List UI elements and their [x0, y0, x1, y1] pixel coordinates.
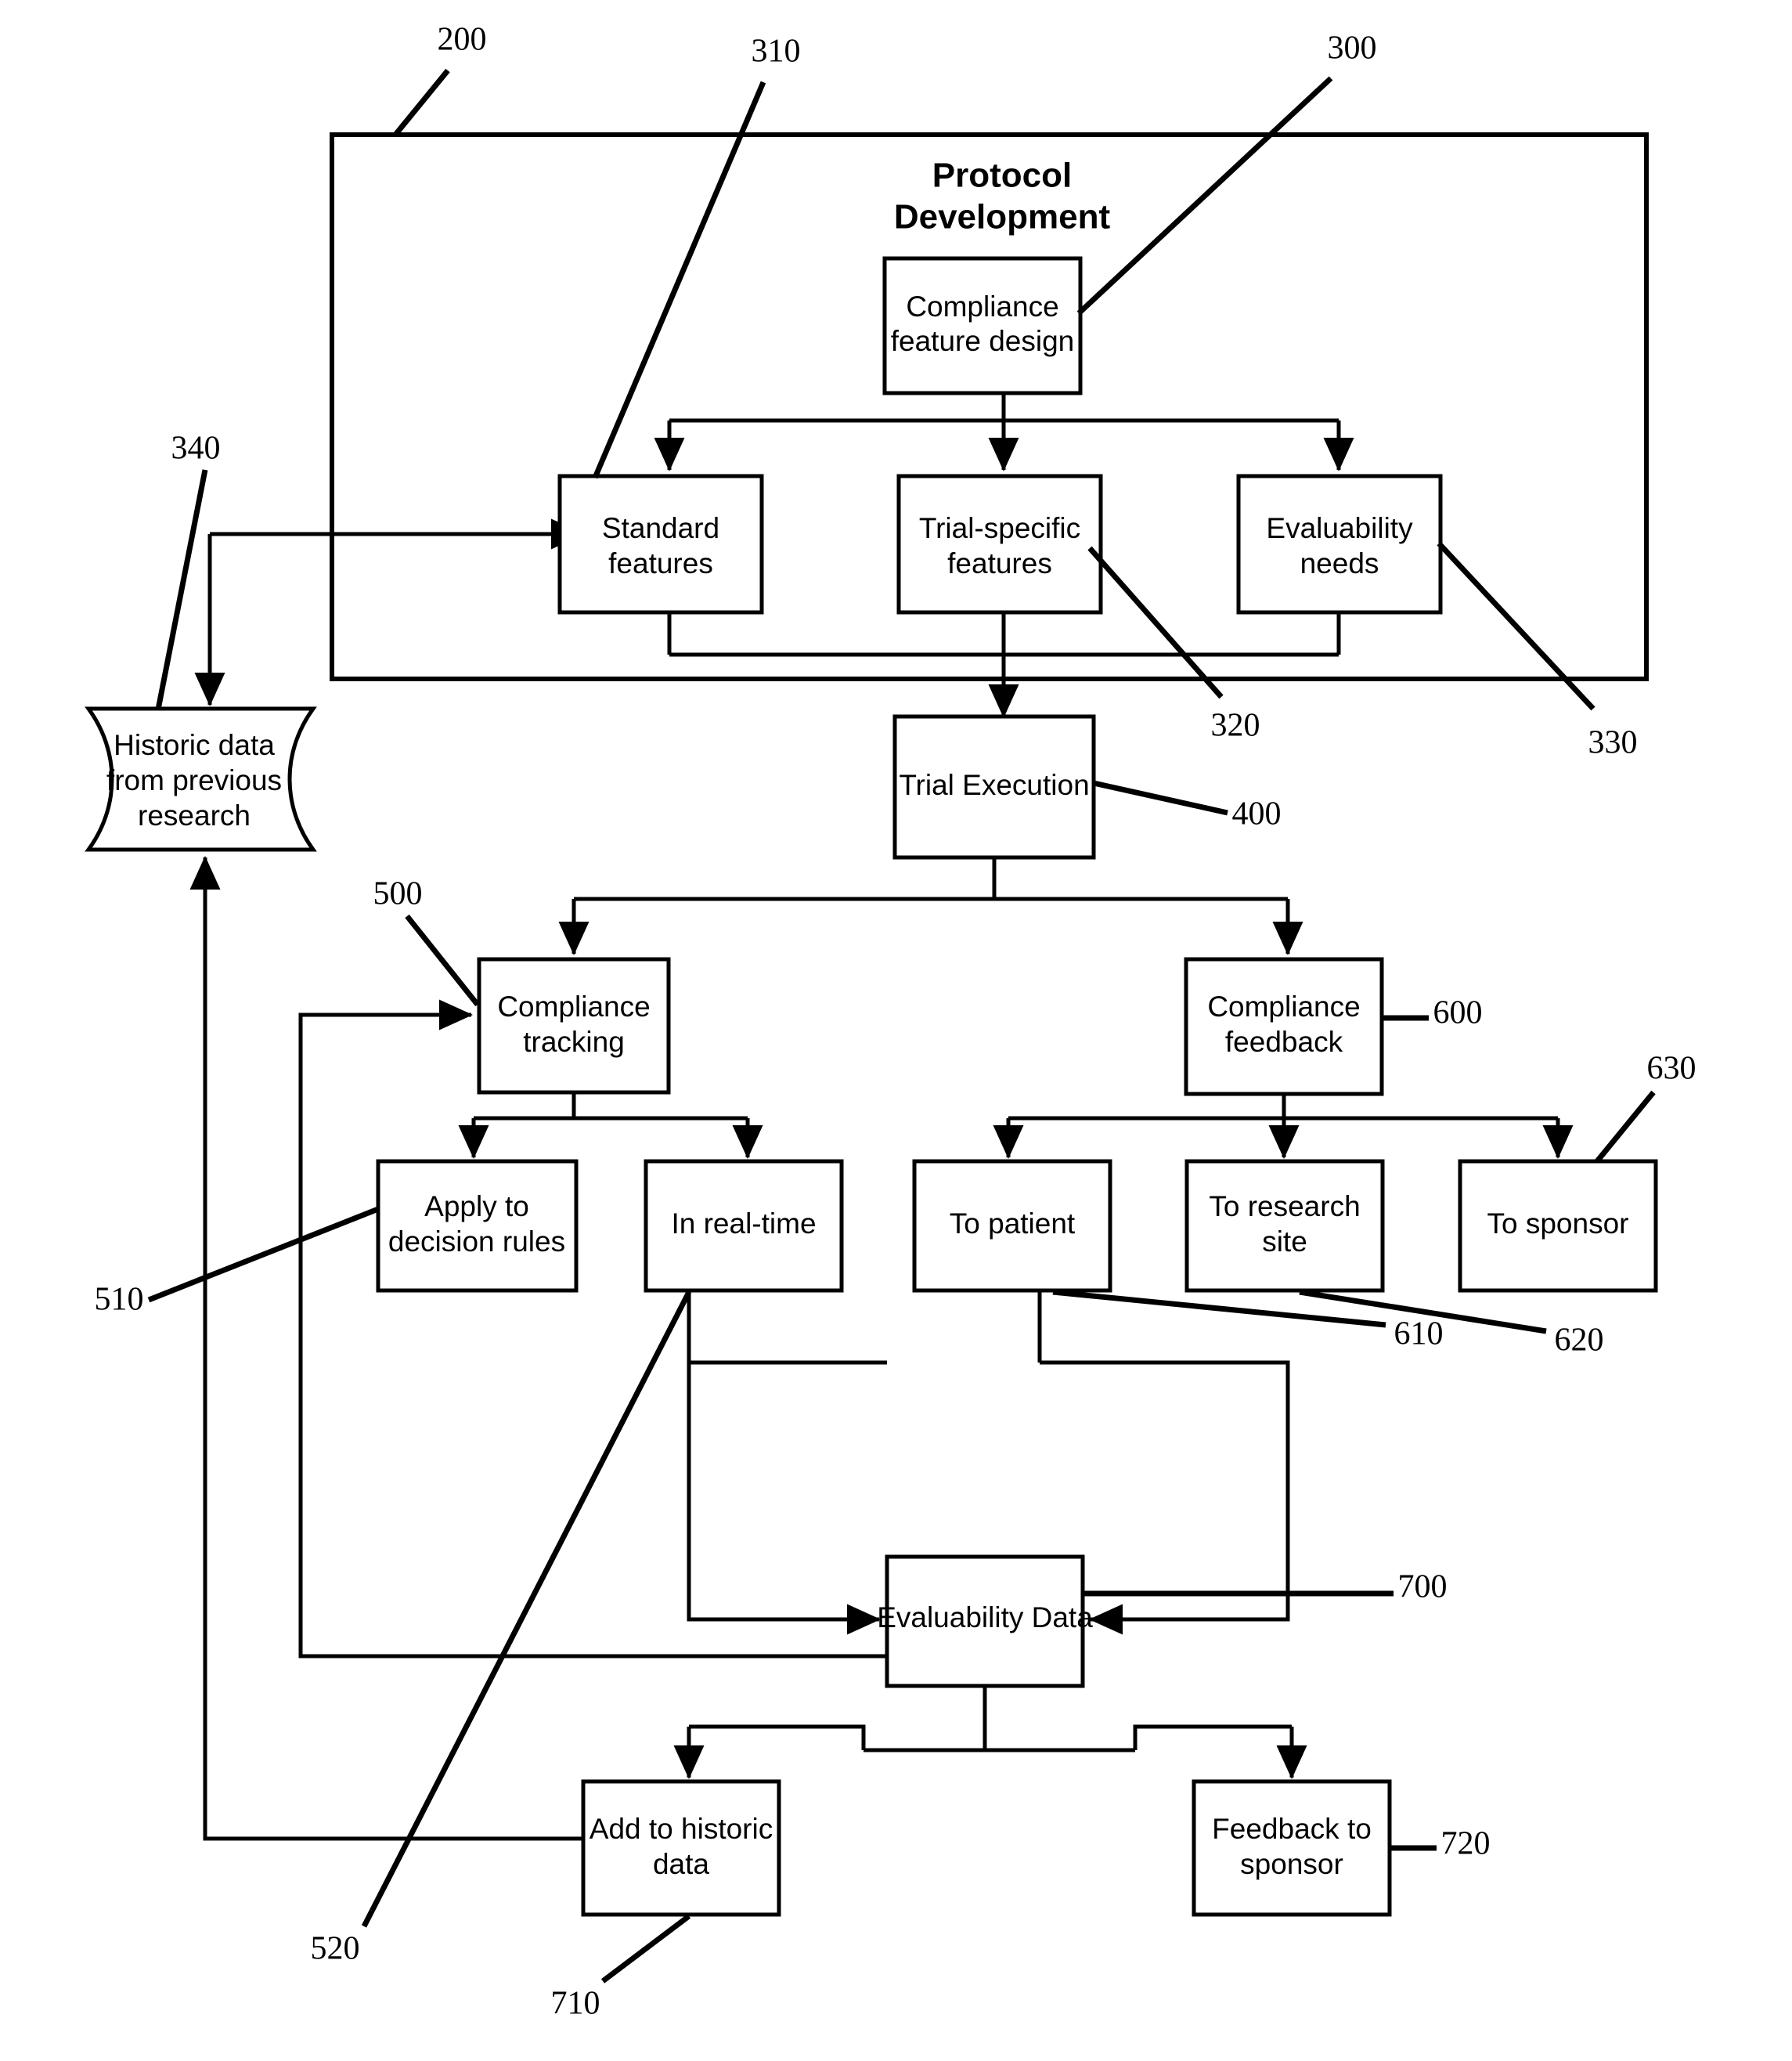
compliance-feedback-label-line1: Compliance — [1207, 991, 1360, 1023]
node-trial-specific-features[interactable] — [896, 474, 1103, 615]
evaluability-needs-label-line2: needs — [1300, 547, 1379, 579]
figure-root: Protocol Development Standard features T… — [0, 0, 1792, 2061]
add-historic-label-line2: data — [653, 1848, 709, 1880]
apply-rules-label-line1: Apply to — [424, 1190, 529, 1222]
ref-numeral-340: 340 — [171, 431, 221, 467]
feedback-sponsor-label-line2: sponsor — [1240, 1848, 1343, 1880]
trial-specific-label-line1: Trial-specific — [919, 512, 1080, 544]
ref-numeral-520: 520 — [311, 1931, 360, 1967]
compliance-feature-design-label-line1: Compliance — [906, 291, 1058, 323]
historic-data-label-line1: Historic data — [114, 729, 275, 761]
add-historic-label-line1: Add to historic — [590, 1813, 773, 1845]
to-research-site-label-line1: To research — [1209, 1190, 1360, 1222]
protocol-development-flowchart: Protocol Development Standard features T… — [0, 0, 1792, 2061]
feedback-sponsor-label-line1: Feedback to — [1212, 1813, 1372, 1845]
in-real-time-label: In real-time — [671, 1207, 816, 1240]
ref-numeral-330: 330 — [1588, 725, 1638, 761]
standard-features-label-line1: Standard — [602, 512, 719, 544]
ref-numeral-400: 400 — [1232, 796, 1282, 832]
ref-numeral-300: 300 — [1328, 31, 1377, 67]
compliance-feedback-label-line2: feedback — [1225, 1026, 1343, 1058]
apply-rules-label-line2: decision rules — [388, 1225, 565, 1258]
ref-numeral-310: 310 — [752, 34, 801, 70]
evaluability-data-label: Evaluability Data — [877, 1601, 1093, 1633]
ref-numeral-710: 710 — [551, 1986, 600, 2022]
evaluability-needs-label-line1: Evaluability — [1266, 512, 1413, 544]
to-patient-label: To patient — [950, 1207, 1076, 1240]
trial-specific-label-line2: features — [947, 547, 1052, 579]
to-sponsor-label: To sponsor — [1487, 1207, 1629, 1240]
ref-numeral-510: 510 — [95, 1282, 144, 1318]
container-title-line1: Protocol — [932, 157, 1072, 195]
compliance-tracking-label-line2: tracking — [523, 1026, 625, 1058]
ref-numeral-500: 500 — [373, 876, 423, 912]
compliance-feature-design-label-line2: feature design — [891, 325, 1075, 357]
node-standard-features[interactable] — [557, 474, 764, 615]
ref-numeral-720: 720 — [1441, 1826, 1491, 1862]
ref-numeral-320: 320 — [1211, 708, 1260, 744]
trial-execution-label: Trial Execution — [899, 769, 1089, 801]
historic-data-label-line2: from previous — [106, 764, 282, 796]
historic-data-label-line3: research — [138, 799, 251, 832]
ref-numeral-630: 630 — [1647, 1051, 1696, 1087]
ref-numeral-610: 610 — [1394, 1316, 1444, 1352]
compliance-tracking-label-line1: Compliance — [497, 991, 650, 1023]
ref-numeral-620: 620 — [1555, 1323, 1604, 1359]
node-evaluability-needs[interactable] — [1236, 474, 1443, 615]
ref-numeral-700: 700 — [1398, 1569, 1448, 1605]
standard-features-label-line2: features — [608, 547, 713, 579]
container-title-line2: Development — [894, 198, 1111, 236]
ref-numeral-600: 600 — [1433, 995, 1483, 1031]
to-research-site-label-line2: site — [1262, 1225, 1307, 1258]
ref-numeral-200: 200 — [438, 22, 487, 58]
